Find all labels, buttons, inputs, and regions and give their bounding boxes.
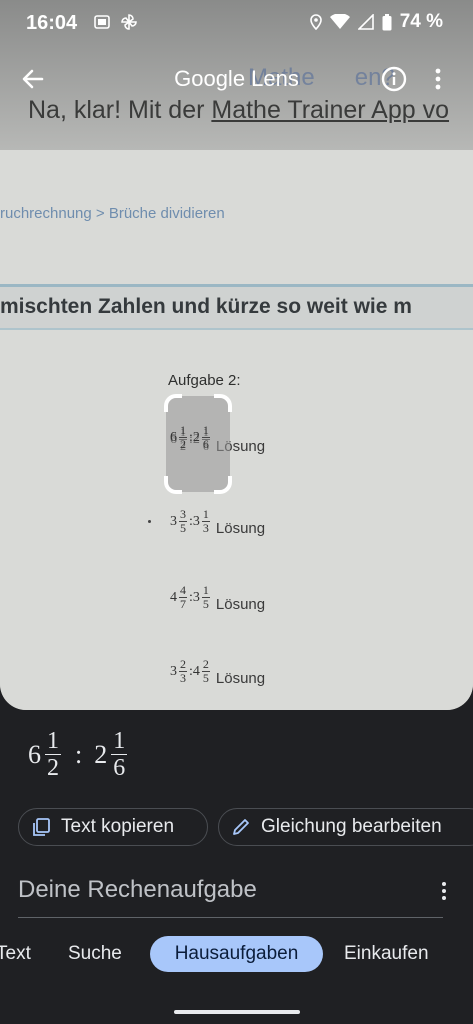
preview-breadcrumb: ruchrechnung > Brüche dividieren (0, 205, 225, 222)
tab-suche[interactable]: Suche (68, 936, 122, 972)
selected-problem: 6 12 : 2 16 (170, 423, 210, 451)
preview-task-label: Aufgabe 2: (168, 372, 241, 389)
section-divider (18, 917, 443, 918)
pinwheel-icon (121, 14, 137, 30)
pencil-icon (233, 819, 249, 835)
sim-card-icon (94, 15, 110, 29)
signal-icon (357, 14, 374, 30)
selection-box[interactable]: 6 12 : 2 16 (164, 394, 232, 494)
more-vert-icon (442, 882, 446, 900)
edit-equation-button[interactable]: Gleichung bearbeiten (218, 808, 473, 846)
mode-tabs: Text Suche Hausaufgaben Einkaufen (0, 936, 473, 974)
app-bar: Google Lens (0, 60, 473, 100)
status-time: 16:04 (26, 12, 78, 34)
equation-operator: : (75, 739, 83, 769)
copy-text-button[interactable]: Text kopieren (18, 808, 208, 846)
copy-icon (33, 818, 50, 836)
camera-preview[interactable]: Mathe en? Na, klar! Mit der Mathe Traine… (0, 0, 473, 710)
preview-headline: Na, klar! Mit der Mathe Trainer App vo (28, 96, 450, 124)
info-button[interactable] (381, 66, 407, 92)
status-right-icons: 74 % (309, 11, 443, 33)
location-icon (309, 14, 322, 30)
equation-whole-1: 6 (28, 739, 41, 769)
wifi-icon (329, 14, 350, 29)
tab-hausaufgaben[interactable]: Hausaufgaben (150, 936, 323, 972)
status-left-icons (94, 13, 138, 31)
info-icon (381, 66, 407, 92)
equation-whole-2: 2 (94, 739, 108, 769)
status-bar: 16:04 74 % (0, 0, 473, 46)
recognized-equation: 6 12 : 2 16 (28, 728, 131, 781)
tab-text[interactable]: Text (0, 936, 31, 972)
edit-equation-label: Gleichung bearbeiten (261, 816, 442, 837)
more-options-button[interactable] (432, 66, 444, 92)
section-more-button[interactable] (438, 880, 450, 902)
tab-einkaufen[interactable]: Einkaufen (344, 936, 429, 972)
equation-fraction-2: 16 (111, 728, 128, 781)
section-title: Deine Rechenaufgabe (18, 876, 257, 903)
battery-icon (382, 13, 392, 30)
equation-fraction-1: 12 (45, 728, 61, 781)
home-indicator[interactable] (174, 1010, 300, 1014)
copy-text-label: Text kopieren (61, 816, 175, 837)
preview-problem: 3 23 : 4 25 Lösung (170, 657, 266, 688)
selection-handle-top-left[interactable] (164, 394, 182, 412)
preview-dot (148, 520, 151, 523)
preview-problem: 3 35 : 3 13 Lösung (170, 507, 266, 538)
preview-problem: 4 47 : 3 15 Lösung (170, 583, 266, 614)
battery-percent: 74 % (399, 11, 443, 32)
preview-band-text: mischten Zahlen und kürze so weit wie m (0, 295, 412, 318)
more-vert-icon (435, 68, 441, 90)
